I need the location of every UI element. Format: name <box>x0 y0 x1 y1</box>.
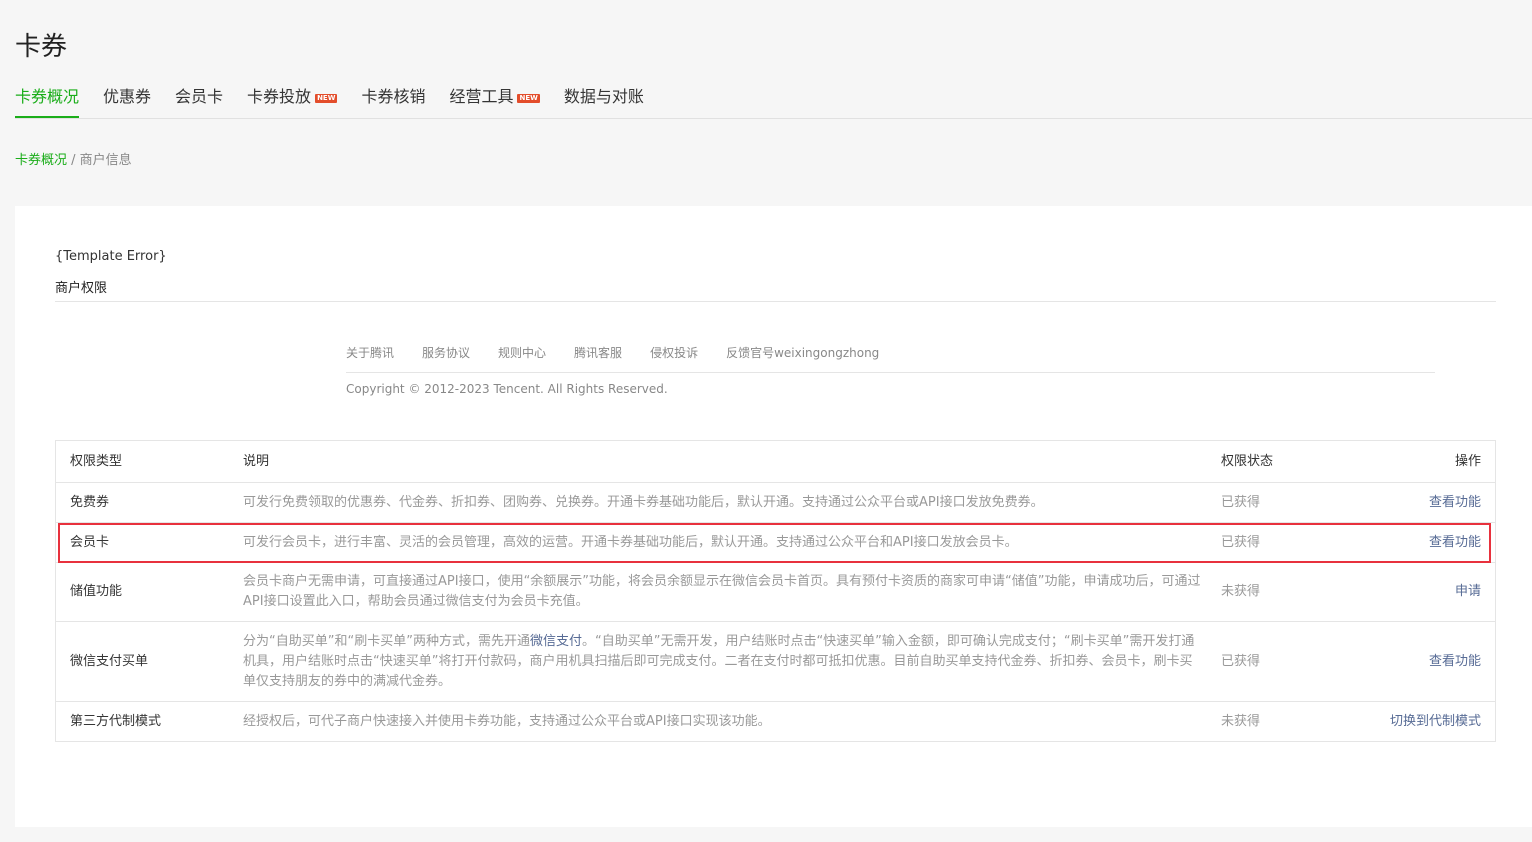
page-title: 卡券 <box>15 32 68 62</box>
footer-link-feedback[interactable]: 反馈官号weixingongzhong <box>726 344 879 361</box>
tab-member-card[interactable]: 会员卡 <box>175 85 223 118</box>
table-header-row: 权限类型 说明 权限状态 操作 <box>55 440 1496 483</box>
tab-label: 卡券概况 <box>15 87 80 106</box>
column-header-action: 操作 <box>1381 440 1496 483</box>
footer-link-about[interactable]: 关于腾讯 <box>346 344 394 361</box>
tab-label: 经营工具 <box>449 87 514 106</box>
permission-status: 未获得 <box>1221 562 1381 622</box>
tab-card-overview[interactable]: 卡券概况 <box>15 85 80 118</box>
permission-description: 分为“自助买单”和“刷卡买单”两种方式，需先开通微信支付。“自助买单”无需开发，… <box>243 621 1221 702</box>
view-features-link[interactable]: 查看功能 <box>1429 535 1481 550</box>
permission-status: 未获得 <box>1221 701 1381 742</box>
new-badge: NEW <box>315 94 338 103</box>
permission-type: 储值功能 <box>55 562 243 622</box>
description-text: 分为“自助买单”和“刷卡买单”两种方式，需先开通 <box>243 633 530 649</box>
main-panel: {Template Error} 商户权限 关于腾讯 服务协议 规则中心 腾讯客… <box>15 206 1532 827</box>
permission-description: 经授权后，可代子商户快速接入并使用卡券功能，支持通过公众平台或API接口实现该功… <box>243 701 1221 742</box>
tab-label: 优惠券 <box>103 87 152 106</box>
new-badge: NEW <box>517 94 540 103</box>
column-header-description: 说明 <box>243 440 1221 483</box>
tab-bar: 卡券概况 优惠券 会员卡 卡券投放 NEW 卡券核销 经营工具 NEW 数据与对账 <box>15 85 1532 119</box>
permission-description: 可发行免费领取的优惠券、代金券、折扣券、团购券、兑换券。开通卡券基础功能后，默认… <box>243 482 1221 523</box>
tab-card-redemption[interactable]: 卡券核销 <box>361 85 425 118</box>
tab-label: 数据与对账 <box>563 87 644 106</box>
action-cell: 查看功能 <box>1381 482 1496 523</box>
tab-business-tools[interactable]: 经营工具 NEW <box>449 85 540 118</box>
breadcrumb-separator: / <box>67 153 80 168</box>
column-header-status: 权限状态 <box>1221 440 1381 483</box>
permission-description: 会员卡商户无需申请，可直接通过API接口，使用“余额展示”功能，将会员余额显示在… <box>243 562 1221 622</box>
permission-status: 已获得 <box>1221 482 1381 523</box>
tab-coupons[interactable]: 优惠券 <box>103 85 151 118</box>
footer-link-infringement[interactable]: 侵权投诉 <box>650 344 698 361</box>
permissions-title: 商户权限 <box>55 281 108 296</box>
table-row: 免费券 可发行免费领取的优惠券、代金券、折扣券、团购券、兑换券。开通卡券基础功能… <box>55 482 1496 523</box>
breadcrumb-root-link[interactable]: 卡券概况 <box>15 153 67 168</box>
permission-type: 第三方代制模式 <box>55 701 243 742</box>
divider <box>55 301 1496 302</box>
permission-type: 会员卡 <box>55 522 243 563</box>
table-row: 第三方代制模式 经授权后，可代子商户快速接入并使用卡券功能，支持通过公众平台或A… <box>55 701 1496 742</box>
divider <box>346 372 1435 373</box>
tab-label: 卡券核销 <box>361 87 426 106</box>
permission-type: 免费券 <box>55 482 243 523</box>
table-row: 会员卡 可发行会员卡，进行丰富、灵活的会员管理，高效的运营。开通卡券基础功能后，… <box>55 522 1496 563</box>
copyright-text: Copyright © 2012-2023 Tencent. All Right… <box>346 382 668 396</box>
table-row: 储值功能 会员卡商户无需申请，可直接通过API接口，使用“余额展示”功能，将会员… <box>55 562 1496 622</box>
action-cell: 切换到代制模式 <box>1381 701 1496 742</box>
permission-status: 已获得 <box>1221 621 1381 702</box>
table-row: 微信支付买单 分为“自助买单”和“刷卡买单”两种方式，需先开通微信支付。“自助买… <box>55 621 1496 702</box>
footer-links: 关于腾讯 服务协议 规则中心 腾讯客服 侵权投诉 反馈官号weixingongz… <box>346 344 907 361</box>
view-features-link[interactable]: 查看功能 <box>1429 654 1481 669</box>
apply-link[interactable]: 申请 <box>1455 584 1481 599</box>
template-error-text: {Template Error} <box>55 249 167 264</box>
switch-to-agent-mode-link[interactable]: 切换到代制模式 <box>1390 714 1481 729</box>
tab-card-distribution[interactable]: 卡券投放 NEW <box>247 85 338 118</box>
column-header-type: 权限类型 <box>55 440 243 483</box>
footer-link-customer-service[interactable]: 腾讯客服 <box>574 344 622 361</box>
permission-description: 可发行会员卡，进行丰富、灵活的会员管理，高效的运营。开通卡券基础功能后，默认开通… <box>243 522 1221 563</box>
wechat-pay-link[interactable]: 微信支付 <box>530 634 582 649</box>
breadcrumb: 卡券概况 / 商户信息 <box>15 149 132 168</box>
tab-label: 卡券投放 <box>247 87 312 106</box>
permission-status: 已获得 <box>1221 522 1381 563</box>
footer-link-service-agreement[interactable]: 服务协议 <box>422 344 470 361</box>
view-features-link[interactable]: 查看功能 <box>1429 495 1481 510</box>
action-cell: 查看功能 <box>1381 621 1496 702</box>
permissions-table: 权限类型 说明 权限状态 操作 免费券 可发行免费领取的优惠券、代金券、折扣券、… <box>55 440 1496 742</box>
action-cell: 查看功能 <box>1381 522 1496 563</box>
action-cell: 申请 <box>1381 562 1496 622</box>
breadcrumb-current: 商户信息 <box>79 153 132 168</box>
tab-data-reconciliation[interactable]: 数据与对账 <box>564 85 644 118</box>
permission-type: 微信支付买单 <box>55 621 243 702</box>
footer-link-rules-center[interactable]: 规则中心 <box>498 344 546 361</box>
tab-label: 会员卡 <box>175 87 224 106</box>
